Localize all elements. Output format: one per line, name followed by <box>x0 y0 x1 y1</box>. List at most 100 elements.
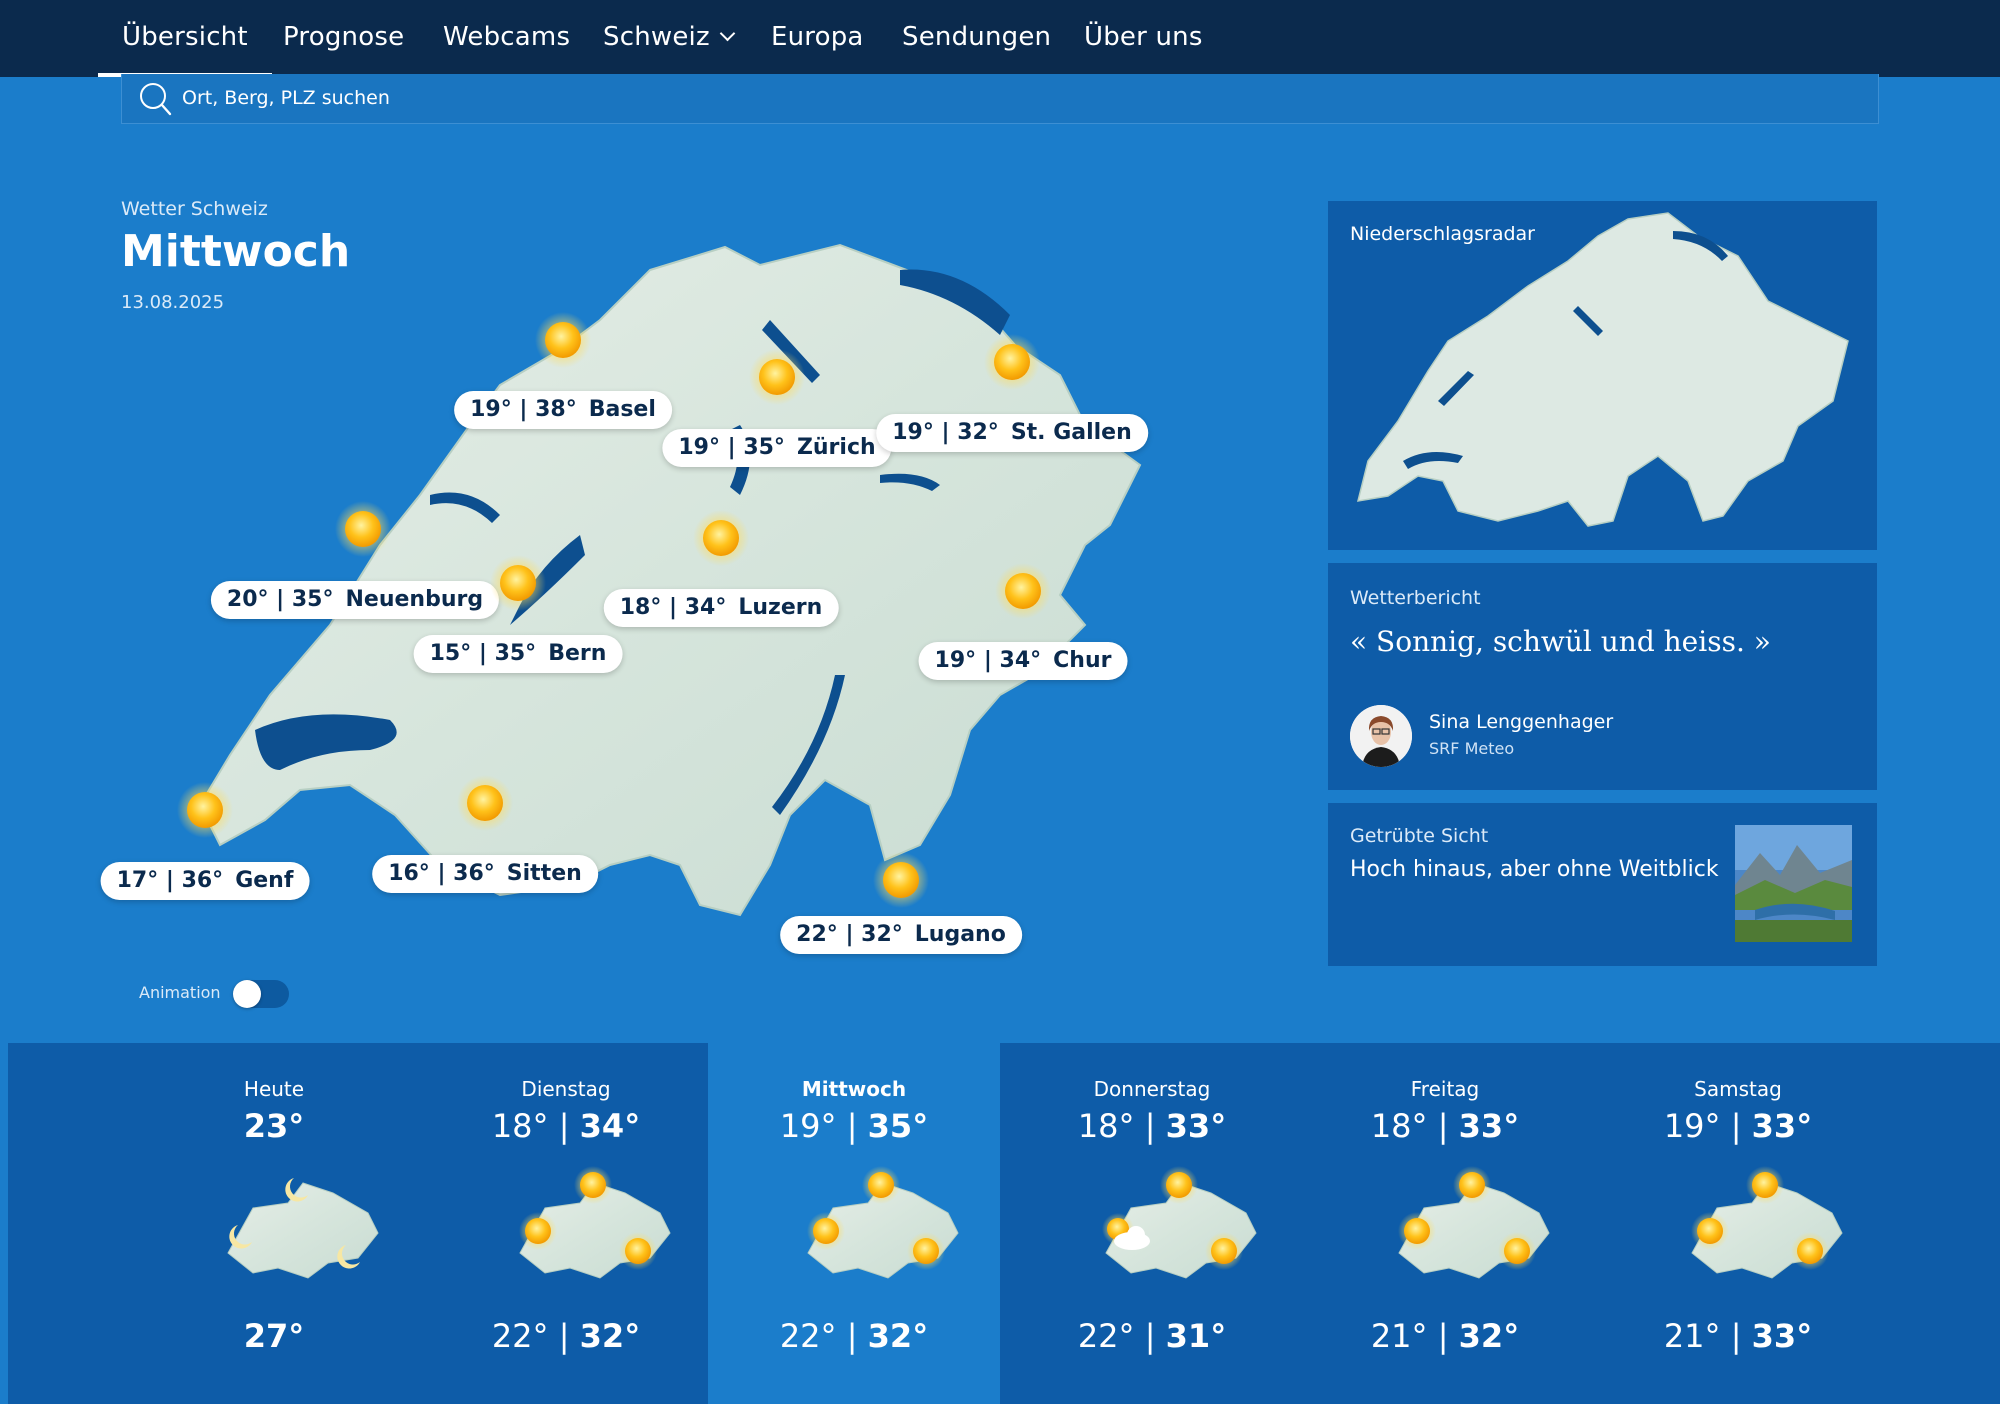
search-input[interactable] <box>182 74 1082 122</box>
sun-icon <box>693 510 749 566</box>
map-label-genf[interactable]: 17° | 36° Genf <box>100 862 310 900</box>
radar-map <box>1356 212 1849 527</box>
temp-min: 22° | <box>491 1317 580 1355</box>
nav-item-schweiz[interactable]: Schweiz <box>603 0 736 77</box>
forecast-day-name: Freitag <box>1410 1077 1480 1101</box>
search-icon <box>140 83 172 116</box>
map-label-st-gallen[interactable]: 19° | 32° St. Gallen <box>876 414 1148 452</box>
location-name: Genf <box>235 868 294 893</box>
temperature-range: 17° | 36° <box>116 868 224 893</box>
map-label-bern[interactable]: 15° | 35° Bern <box>413 635 623 673</box>
temp-min: 21° | <box>1370 1317 1459 1355</box>
forecast-day-samstag[interactable]: Samstag 19° | 33° 21° | 33° <box>1592 1043 1884 1404</box>
mountain-lake-image <box>1735 825 1852 942</box>
temperature-range: 19° | 32° <box>892 420 999 445</box>
animation-toggle[interactable] <box>233 980 289 1008</box>
temp-min: 19° | <box>1663 1107 1752 1145</box>
temperature-range: 15° | 35° <box>429 641 537 666</box>
temp-max: 34° <box>579 1107 641 1145</box>
report-kicker: Wetterbericht <box>1350 587 1481 609</box>
report-quote: « Sonnig, schwül und heiss. » <box>1350 625 1771 658</box>
temp-max: 33° <box>1751 1317 1813 1355</box>
forecast-day-name: Donnerstag <box>1093 1077 1211 1101</box>
temp-min: 22° | <box>1077 1317 1166 1355</box>
temperature-range: 16° | 36° <box>388 861 495 886</box>
map-label-basel[interactable]: 19° | 38° Basel <box>454 391 672 429</box>
forecast-day-name: Dienstag <box>521 1077 611 1101</box>
forecast-day-mittwoch[interactable]: Mittwoch 19° | 35° 22° | 32° <box>708 1043 1000 1404</box>
forecast-temperature: 19° | 33° <box>1592 1107 1884 1145</box>
radar-card[interactable]: Niederschlagsradar <box>1328 201 1877 550</box>
map-label-sitten[interactable]: 16° | 36° Sitten <box>372 855 598 893</box>
sun-icon <box>995 563 1051 619</box>
temperature-range: 18° | 34° <box>619 595 727 620</box>
toggle-knob <box>233 980 261 1008</box>
temp-max: 33° <box>1751 1107 1813 1145</box>
forecast-evening-temperature: 21° | 33° <box>1592 1317 1884 1355</box>
map-label-neuenburg[interactable]: 20° | 35° Neuenburg <box>210 581 500 619</box>
switzerland-weather-map[interactable]: 19° | 38° Basel 19° | 35° Zürich 19° | 32°… <box>100 225 1280 965</box>
forecast-day-name: Samstag <box>1694 1077 1782 1101</box>
nav-item-uebersicht[interactable]: Übersicht <box>98 0 272 77</box>
temp-max: 35° <box>867 1107 929 1145</box>
temp-max: 31° <box>1165 1317 1227 1355</box>
map-label-zuerich[interactable]: 19° | 35° Zürich <box>662 429 892 467</box>
sun-icon <box>807 1166 959 1279</box>
map-label-chur[interactable]: 19° | 34° Chur <box>918 642 1128 680</box>
sun-icon <box>984 334 1040 390</box>
temperature-range: 19° | 38° <box>470 397 577 422</box>
temperature-range: 20° | 35° <box>226 587 334 612</box>
temp-max: 27° <box>243 1317 305 1355</box>
top-navigation: Übersicht Prognose Webcams Schweiz Europ… <box>0 0 2000 77</box>
nav-item-europa[interactable]: Europa <box>771 0 864 77</box>
forecast-day-name: Mittwoch <box>801 1077 907 1101</box>
temp-max: 32° <box>1458 1317 1520 1355</box>
location-name: Chur <box>1053 648 1112 673</box>
temp-min: 19° | <box>779 1107 868 1145</box>
location-name: Sitten <box>506 861 582 886</box>
chevron-down-icon <box>719 25 736 42</box>
location-name: Neuenburg <box>345 587 484 612</box>
temp-min: 22° | <box>779 1317 868 1355</box>
forecast-day-name: Heute <box>243 1077 305 1101</box>
forecast-temperature: 18° | 33° <box>1006 1107 1298 1145</box>
temp-max: 32° <box>579 1317 641 1355</box>
animation-label: Animation <box>139 983 221 1002</box>
temp-max: 32° <box>867 1317 929 1355</box>
location-name: Luzern <box>738 595 823 620</box>
forecast-evening-temperature: 21° | 32° <box>1299 1317 1591 1355</box>
forecast-evening-temperature: 22° | 32° <box>708 1317 1000 1355</box>
sun-icon <box>749 349 805 405</box>
nav-item-ueber-uns[interactable]: Über uns <box>1084 0 1203 77</box>
weather-report-card[interactable]: Wetterbericht « Sonnig, schwül und heiss… <box>1328 563 1877 790</box>
sun-icon <box>535 312 591 368</box>
moon-icon <box>227 1178 379 1279</box>
nav-item-sendungen[interactable]: Sendungen <box>902 0 1051 77</box>
temp-max: 33° <box>1165 1107 1227 1145</box>
story-kicker: Getrübte Sicht <box>1350 825 1489 847</box>
temperature-range: 19° | 34° <box>934 648 1042 673</box>
sun-icon <box>490 555 546 611</box>
forecast-day-freitag[interactable]: Freitag 18° | 33° 21° | 32° <box>1299 1043 1591 1404</box>
location-name: Basel <box>588 397 656 422</box>
sun-icon <box>873 852 929 908</box>
map-label-lugano[interactable]: 22° | 32° Lugano <box>780 916 1022 954</box>
forecast-evening-temperature: 22° | 32° <box>420 1317 712 1355</box>
temp-max: 33° <box>1458 1107 1520 1145</box>
search-bar <box>121 74 1879 124</box>
nav-item-prognose[interactable]: Prognose <box>283 0 404 77</box>
author-name: Sina Lenggenhager <box>1429 711 1614 733</box>
sun-icon <box>1398 1166 1550 1279</box>
sun-icon <box>457 775 513 831</box>
author-organization: SRF Meteo <box>1429 739 1515 758</box>
forecast-day-dienstag[interactable]: Dienstag 18° | 34° 22° | 32° <box>420 1043 712 1404</box>
story-title: Hoch hinaus, aber ohne Weitblick <box>1350 857 1719 882</box>
map-label-luzern[interactable]: 18° | 34° Luzern <box>603 589 839 627</box>
person-portrait-icon <box>1350 705 1412 767</box>
nav-item-webcams[interactable]: Webcams <box>443 0 570 77</box>
location-name: Bern <box>548 641 607 666</box>
story-teaser-card[interactable]: Getrübte Sicht Hoch hinaus, aber ohne We… <box>1328 803 1877 966</box>
forecast-day-donnerstag[interactable]: Donnerstag 18° | 33° 22° | 31° <box>1006 1043 1298 1404</box>
forecast-day-heute[interactable]: Heute 23° 27° <box>128 1043 420 1404</box>
sun-icon <box>519 1166 671 1279</box>
